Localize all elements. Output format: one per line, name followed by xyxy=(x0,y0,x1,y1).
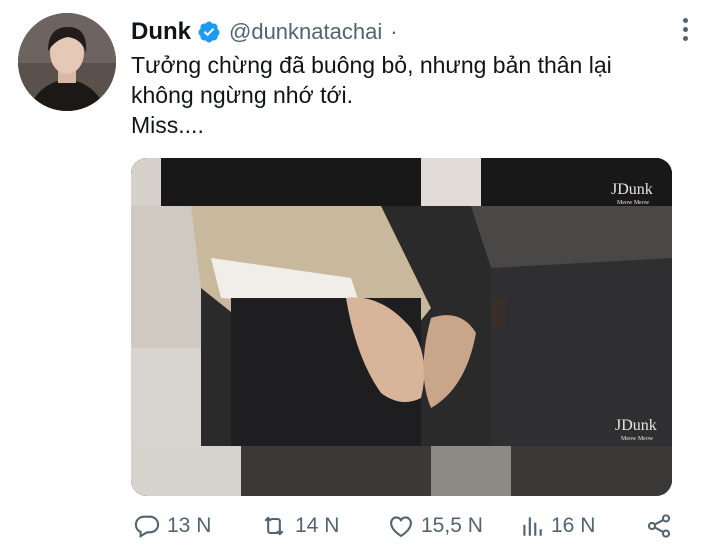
like-count: 15,5 N xyxy=(421,514,483,537)
verified-badge-icon xyxy=(198,21,220,43)
views-count: 16 N xyxy=(551,514,596,537)
tweet-text: Tưởng chừng đã buông bỏ, nhưng bản thân … xyxy=(131,50,691,140)
reply-count: 13 N xyxy=(167,514,212,537)
tweet-text-line: Miss.... xyxy=(131,112,204,138)
tweet-text-line: Tưởng chừng đã buông bỏ, nhưng bản thân … xyxy=(131,52,612,78)
share-button[interactable] xyxy=(645,508,673,544)
watermark-top: JDunk xyxy=(611,181,653,198)
views-button[interactable]: 16 N xyxy=(519,508,595,544)
tweet-header: Dunk @dunknatachai · xyxy=(131,14,699,50)
like-button[interactable]: 15,5 N xyxy=(387,508,483,544)
watermark-bottom-sub: Meow Meow xyxy=(621,436,654,442)
tweet-media-image[interactable]: JDunk Meow Meow JDunk Meow Meow xyxy=(131,158,672,496)
separator-dot: · xyxy=(390,19,398,44)
views-chart-icon xyxy=(523,517,542,536)
reply-button[interactable]: 13 N xyxy=(133,508,211,544)
author-handle[interactable]: @dunknatachai xyxy=(229,19,382,45)
more-options-icon[interactable] xyxy=(681,18,689,44)
heart-icon xyxy=(390,516,412,538)
author-name[interactable]: Dunk xyxy=(131,18,191,46)
retweet-button[interactable]: 14 N xyxy=(259,508,339,544)
retweet-icon xyxy=(264,516,284,536)
tweet-actions-bar: 13 N 14 N 15,5 N 16 N xyxy=(131,508,691,544)
share-icon xyxy=(647,514,671,538)
author-avatar[interactable] xyxy=(18,13,116,111)
retweet-count: 14 N xyxy=(295,514,340,537)
watermark-bottom: JDunk xyxy=(615,417,657,434)
watermark-top-sub: Meow Meow xyxy=(617,200,650,206)
tweet-text-line: không ngừng nhớ tới. xyxy=(131,82,354,108)
avatar-photo xyxy=(18,13,116,111)
reply-icon xyxy=(134,515,160,539)
